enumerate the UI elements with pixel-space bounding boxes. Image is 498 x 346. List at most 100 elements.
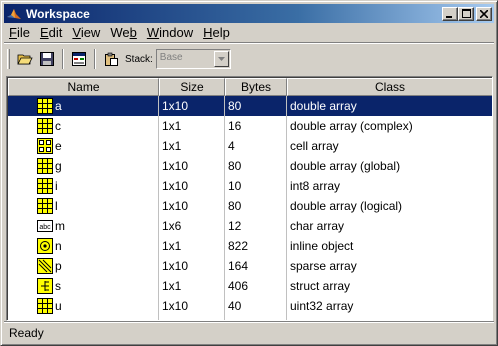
chevron-down-icon xyxy=(217,57,225,61)
cell-size: 1x10 xyxy=(162,179,189,193)
cell-size: 1x1 xyxy=(162,139,182,153)
cell-bytes: 4 xyxy=(228,139,235,153)
matrix-icon xyxy=(37,198,53,214)
cell-name: m xyxy=(55,219,65,233)
menu-accelerator: F xyxy=(9,25,17,40)
import-data-icon xyxy=(72,52,86,66)
table-row[interactable]: p 1x10 164 sparse array xyxy=(8,256,492,276)
table-body: a 1x10 80 double array c 1x1 16 double array (c… xyxy=(8,96,492,316)
menu-accelerator: W xyxy=(146,25,160,40)
menu-item-help[interactable]: Help xyxy=(198,23,235,42)
column-divider xyxy=(224,96,225,320)
cell-size: 1x10 xyxy=(162,159,189,173)
cell-array-icon xyxy=(37,138,53,154)
stack-dropdown-button[interactable] xyxy=(213,51,229,67)
workspace-window: Workspace FileEditViewWebWindowHelp xyxy=(0,0,498,346)
cell-bytes: 80 xyxy=(228,99,242,113)
cell-size: 1x1 xyxy=(162,279,182,293)
header-size[interactable]: Size xyxy=(159,78,225,96)
close-button[interactable] xyxy=(476,6,492,21)
cell-bytes: 80 xyxy=(228,199,242,213)
table-row[interactable]: a 1x10 80 double array xyxy=(8,96,492,116)
cell-class: double array xyxy=(290,99,357,113)
cell-name: a xyxy=(55,99,62,113)
cell-name: l xyxy=(55,199,58,213)
column-divider xyxy=(158,96,159,320)
inline-object-icon xyxy=(37,238,53,254)
header-name[interactable]: Name xyxy=(8,78,159,96)
cell-name: e xyxy=(55,139,62,153)
cell-name: n xyxy=(55,239,62,253)
menu-bar: File Edit View Web Window Help xyxy=(4,23,494,42)
cell-class: struct array xyxy=(290,279,351,293)
table-row[interactable]: n 1x1 822 inline object xyxy=(8,236,492,256)
cell-size: 1x10 xyxy=(162,199,189,213)
cell-class: double array (global) xyxy=(290,159,401,173)
matrix-icon xyxy=(37,118,53,134)
minimize-icon xyxy=(446,15,452,18)
table-row[interactable]: e 1x1 4 cell array xyxy=(8,136,492,156)
matrix-icon xyxy=(37,158,53,174)
cell-bytes: 40 xyxy=(228,299,242,313)
menu-accelerator: V xyxy=(72,25,81,40)
cell-size: 1x10 xyxy=(162,99,189,113)
table-row[interactable]: c 1x1 16 double array (complex) xyxy=(8,116,492,136)
header-bytes[interactable]: Bytes xyxy=(225,78,287,96)
cell-size: 1x6 xyxy=(162,219,182,233)
svg-text:abc: abc xyxy=(39,224,51,231)
toolbar: Stack: Base xyxy=(4,45,494,73)
matrix-icon xyxy=(37,298,53,314)
cell-name: c xyxy=(55,119,61,133)
cell-bytes: 406 xyxy=(228,279,249,293)
menu-item-window[interactable]: Window xyxy=(142,23,198,42)
cell-class: inline object xyxy=(290,239,354,253)
menu-label-part: We xyxy=(110,25,130,40)
paste-icon xyxy=(105,52,118,66)
cell-name: p xyxy=(55,259,62,273)
toolbar-separator xyxy=(62,49,64,69)
stack-dropdown[interactable]: Base xyxy=(155,49,231,69)
toolbar-grip[interactable] xyxy=(7,49,10,69)
menu-accelerator: E xyxy=(39,25,49,40)
menu-item-view[interactable]: View xyxy=(67,23,105,42)
window-title: Workspace xyxy=(26,6,90,21)
cell-name: g xyxy=(55,159,62,173)
char-array-icon: abc xyxy=(37,218,53,234)
cell-size: 1x10 xyxy=(162,259,189,273)
menu-item-file[interactable]: File xyxy=(4,23,35,42)
menu-separator xyxy=(4,42,494,44)
table-row[interactable]: i 1x10 10 int8 array xyxy=(8,176,492,196)
table-header: Name Size Bytes Class xyxy=(8,78,492,96)
close-icon xyxy=(480,9,488,18)
header-class[interactable]: Class xyxy=(287,78,492,96)
cell-bytes: 16 xyxy=(228,119,242,133)
matrix-icon xyxy=(37,178,53,194)
title-bar[interactable]: Workspace xyxy=(4,4,494,23)
menu-item-edit[interactable]: Edit xyxy=(35,23,67,42)
cell-size: 1x1 xyxy=(162,239,182,253)
table-row[interactable]: s 1x1 406 struct array xyxy=(8,276,492,296)
minimize-button[interactable] xyxy=(442,6,458,21)
menu-label-part: elp xyxy=(212,25,230,40)
save-button[interactable] xyxy=(36,48,58,70)
menu-label-part: indow xyxy=(159,25,194,40)
cell-bytes: 80 xyxy=(228,159,242,173)
cell-class: double array (logical) xyxy=(290,199,403,213)
table-row[interactable]: g 1x10 80 double array (global) xyxy=(8,156,492,176)
menu-label-part: dit xyxy=(48,25,63,40)
cell-class: double array (complex) xyxy=(290,119,413,133)
variables-table: Name Size Bytes Class a 1x10 80 double arra… xyxy=(6,76,493,321)
maximize-button[interactable] xyxy=(458,6,474,21)
table-row[interactable]: abc m 1x6 12 char array xyxy=(8,216,492,236)
status-text: Ready xyxy=(9,326,44,340)
import-data-button[interactable] xyxy=(68,48,90,70)
save-icon xyxy=(40,52,54,66)
table-row[interactable]: u 1x10 40 uint32 array xyxy=(8,296,492,316)
struct-array-icon xyxy=(37,278,53,294)
table-row[interactable]: l 1x10 80 double array (logical) xyxy=(8,196,492,216)
menu-item-web[interactable]: Web xyxy=(105,23,142,42)
paste-button[interactable] xyxy=(100,48,122,70)
column-divider xyxy=(286,96,287,320)
stack-label: Stack: xyxy=(125,53,153,65)
open-button[interactable] xyxy=(14,48,36,70)
